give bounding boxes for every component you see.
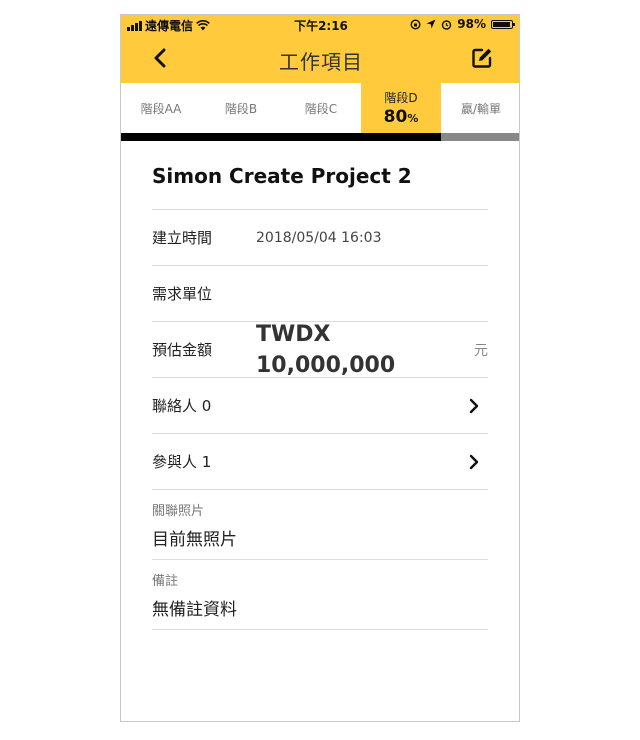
tab-stage-b[interactable]: 階段B [201, 83, 281, 133]
tab-win-loss[interactable]: 贏/輸單 [441, 83, 519, 133]
tab-label: 階段AA [140, 101, 182, 116]
edit-icon [472, 48, 492, 68]
stage-progress-bar [121, 133, 519, 141]
tab-stage-c[interactable]: 階段C [281, 83, 361, 133]
status-right: 98% [410, 17, 515, 31]
edit-button[interactable] [467, 43, 497, 73]
tab-stage-aa[interactable]: 階段AA [121, 83, 201, 133]
stage-percent: 80% [384, 107, 419, 127]
stage-tabs: 階段AA 階段B 階段C 階段D 80% 贏/輸單 [121, 83, 519, 133]
amount-currency: TWDX [256, 321, 331, 347]
photos-value: 目前無照片 [152, 529, 237, 550]
estimated-amount-label: 預估金額 [152, 341, 213, 359]
tab-label: 階段C [304, 101, 338, 116]
chevron-left-icon [154, 48, 166, 68]
notes-label: 備註 [152, 573, 179, 589]
notes-section: 備註 無備註資料 [152, 560, 488, 630]
chevron-right-icon [469, 454, 479, 470]
stage-percent-value: 80 [383, 107, 408, 127]
participants-row[interactable]: 參與人 1 [152, 434, 488, 490]
chevron-right-icon [469, 398, 479, 414]
project-details: Simon Create Project 2 建立時間 2018/05/04 1… [152, 141, 488, 630]
created-time-value: 2018/05/04 16:03 [256, 229, 382, 246]
stage-percent-unit: % [407, 112, 419, 125]
photos-label: 關聯照片 [152, 503, 205, 519]
estimated-amount-row: 預估金額 TWDX 10,000,000 元 [152, 322, 488, 378]
contacts-row[interactable]: 聯絡人 0 [152, 378, 488, 434]
estimated-amount-value: TWDX 10,000,000 [256, 319, 395, 381]
tab-stage-d[interactable]: 階段D 80% [361, 83, 441, 133]
demand-unit-row: 需求單位 [152, 266, 488, 322]
location-icon [426, 19, 436, 29]
stage-progress-fill [121, 133, 441, 141]
back-button[interactable] [145, 43, 175, 73]
tab-label: 贏/輸單 [460, 101, 502, 116]
demand-unit-label: 需求單位 [152, 285, 213, 303]
project-name: Simon Create Project 2 [152, 141, 488, 210]
participants-label: 參與人 1 [152, 453, 212, 471]
created-time-label: 建立時間 [152, 229, 213, 247]
tab-label: 階段B [224, 101, 258, 116]
navigation-bar: 工作項目 [121, 33, 519, 83]
notes-value: 無備註資料 [152, 599, 237, 620]
tab-label: 階段D [384, 91, 418, 105]
created-time-row: 建立時間 2018/05/04 16:03 [152, 210, 488, 266]
rotation-lock-icon [410, 18, 421, 30]
page-title: 工作項目 [279, 50, 363, 74]
amount-unit: 元 [474, 342, 488, 359]
alarm-icon [442, 19, 452, 30]
contacts-label: 聯絡人 0 [152, 397, 212, 415]
photos-section: 關聯照片 目前無照片 [152, 490, 488, 560]
status-bar: 遠傳電信 下午2:16 98% [121, 15, 519, 33]
battery-percent: 98% [457, 17, 486, 31]
amount-number: 10,000,000 [256, 352, 396, 378]
battery-icon [491, 19, 515, 29]
phone-screen: 遠傳電信 下午2:16 98% 工作項目 階段AA 階段B 階段C 階段D 80… [120, 14, 520, 722]
